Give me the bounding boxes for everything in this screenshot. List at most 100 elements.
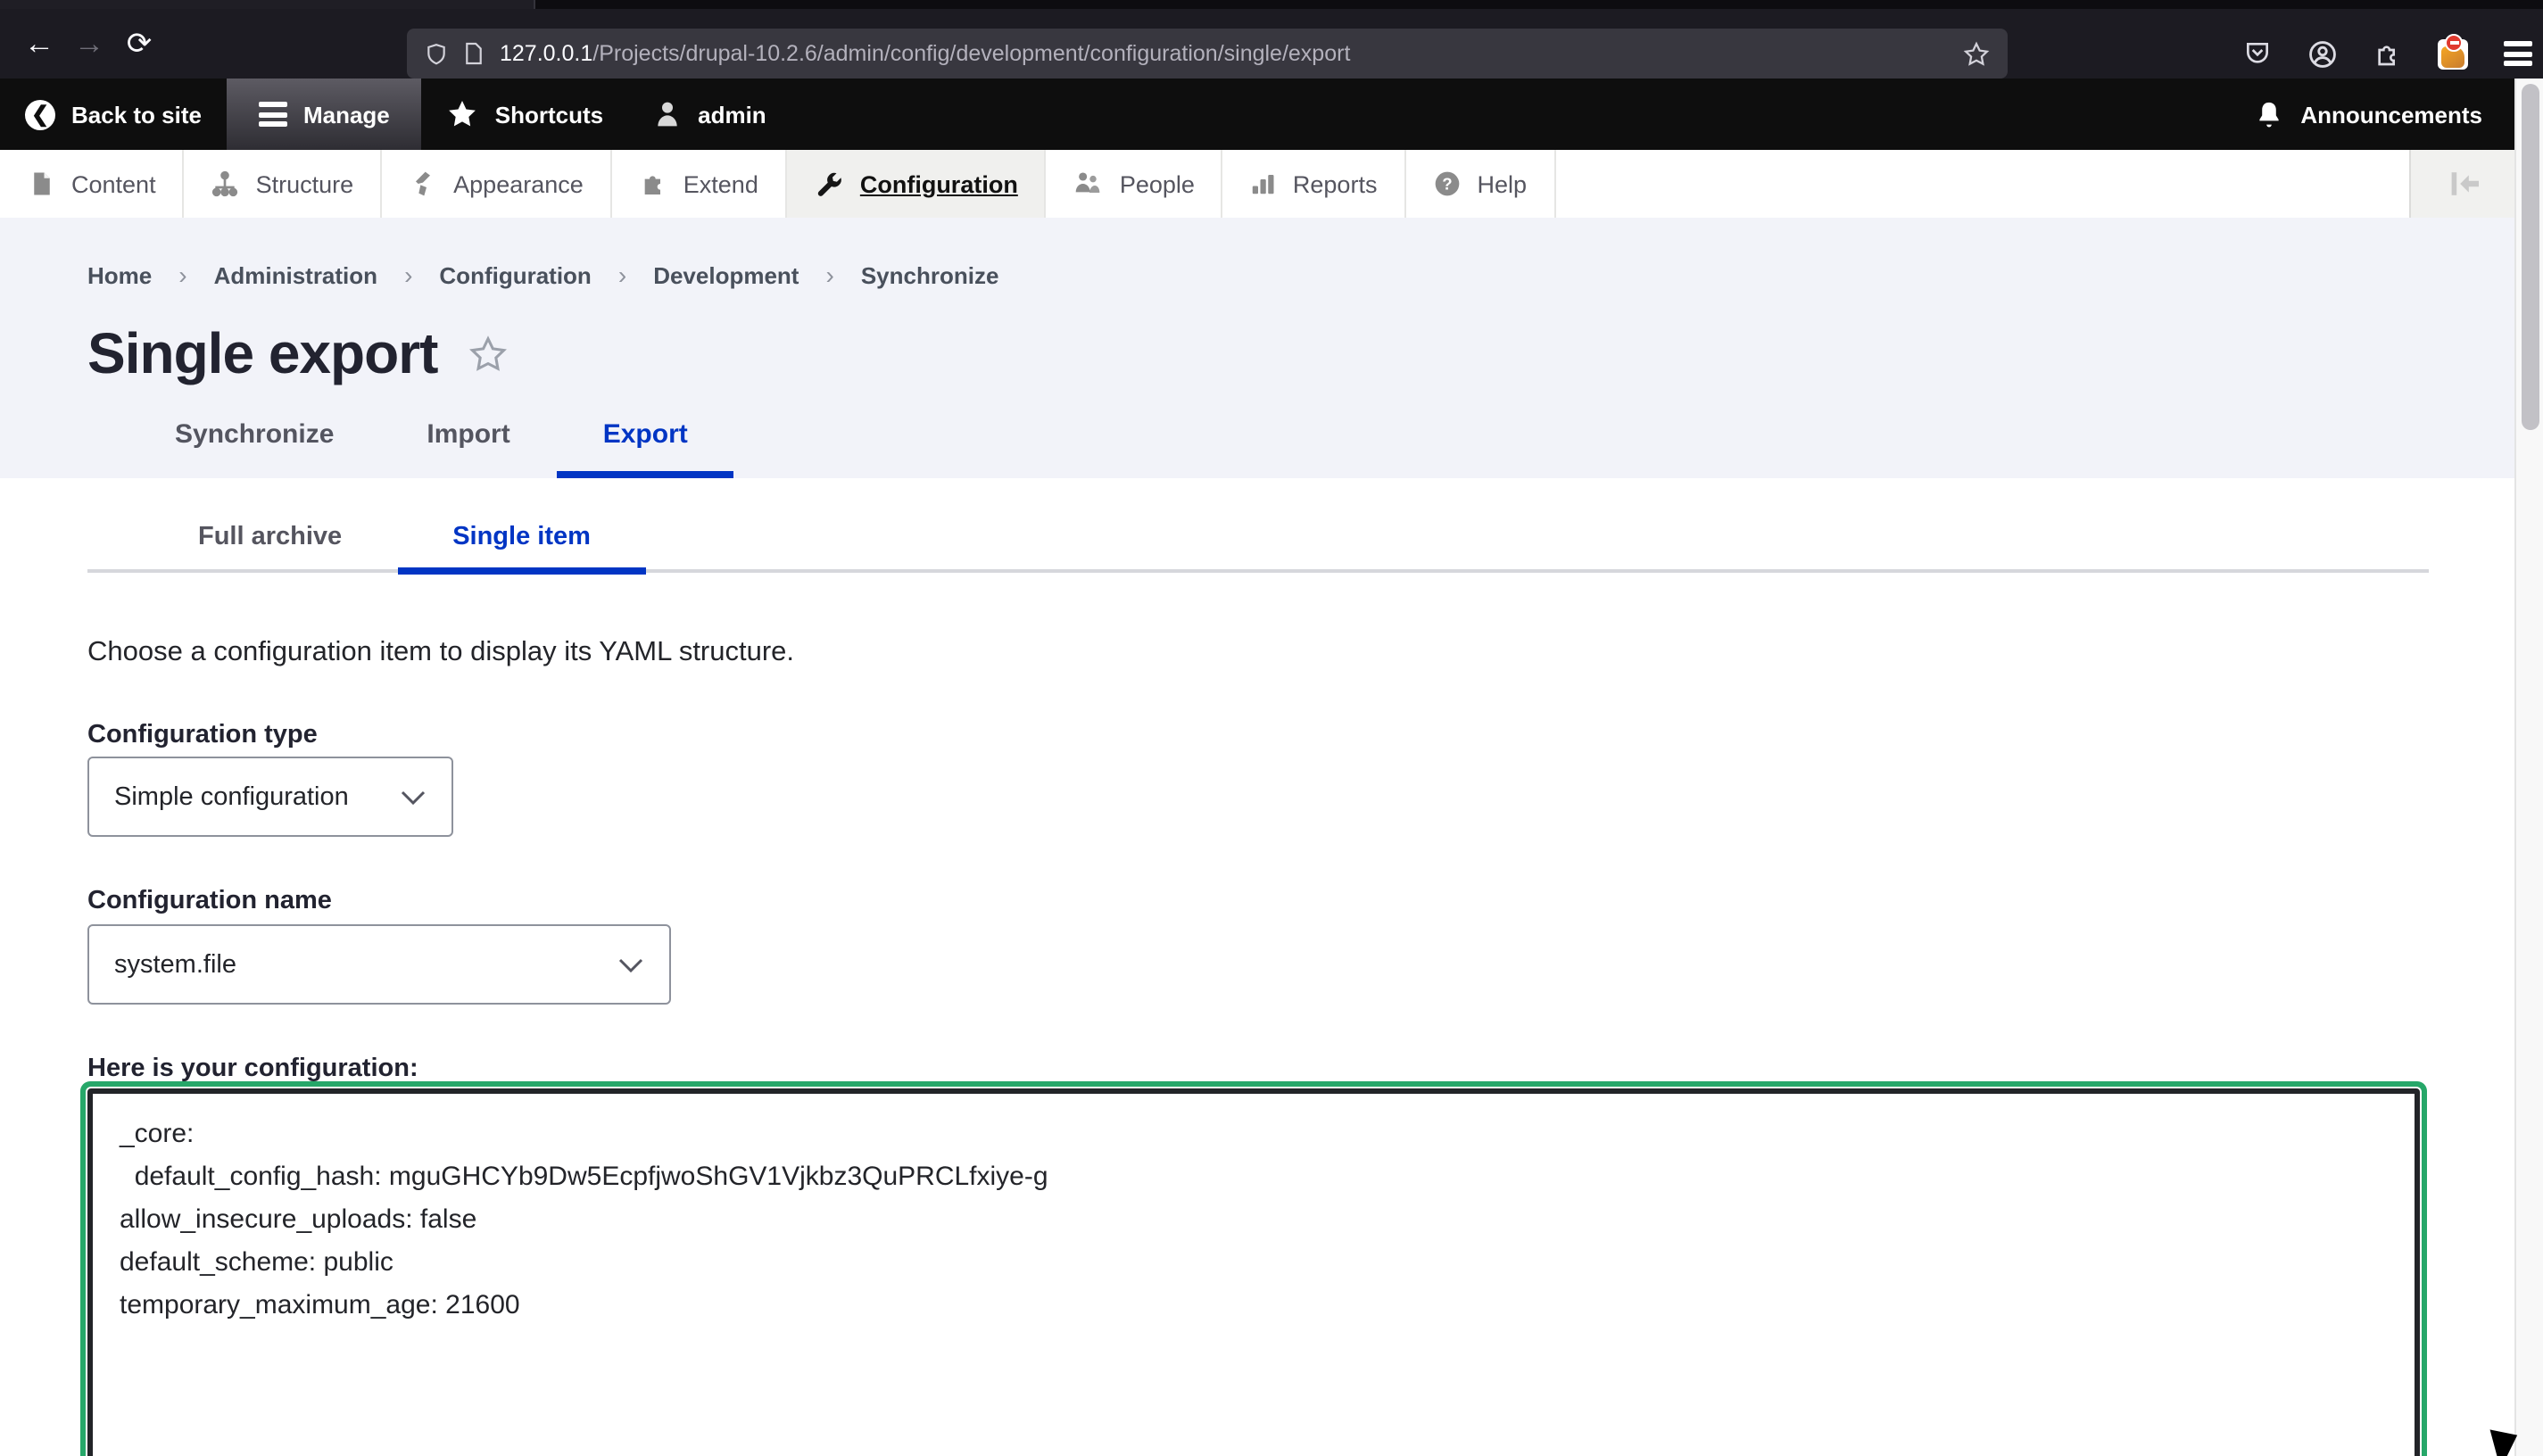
yaml-output-textarea[interactable]: _core: default_config_hash: mguGHCYb9Dw5…	[87, 1088, 2420, 1456]
menu-item-label: Configuration	[860, 170, 1018, 197]
menu-item-label: People	[1120, 170, 1195, 197]
scrollbar-thumb[interactable]	[2521, 84, 2539, 430]
admin-user-button[interactable]: admin	[628, 79, 791, 150]
tab-full-archive[interactable]: Full archive	[143, 507, 397, 575]
announcements-label: Announcements	[2300, 101, 2482, 128]
page-info-icon[interactable]	[464, 41, 484, 66]
announcements-button[interactable]: Announcements	[2229, 79, 2543, 150]
menu-item-extend[interactable]: Extend	[612, 150, 787, 218]
page-header: Home › Administration › Configuration › …	[0, 218, 2543, 478]
breadcrumb-synchronize[interactable]: Synchronize	[861, 261, 999, 288]
org-chart-icon	[211, 170, 240, 198]
user-icon	[653, 100, 682, 128]
menu-item-reports[interactable]: Reports	[1223, 150, 1406, 218]
bell-icon	[2254, 99, 2284, 129]
back-to-site-button[interactable]: ❮ Back to site	[0, 79, 227, 150]
tab-synchronize[interactable]: Synchronize	[128, 396, 380, 478]
menu-item-appearance[interactable]: Appearance	[382, 150, 612, 218]
back-to-site-label: Back to site	[71, 101, 202, 128]
configuration-type-value: Simple configuration	[114, 782, 349, 811]
shortcuts-button[interactable]: Shortcuts	[422, 79, 628, 150]
breadcrumb-home[interactable]: Home	[87, 261, 152, 288]
browser-tabstrip	[0, 0, 2543, 9]
shield-icon[interactable]	[425, 40, 448, 67]
main-content: Full archive Single item Choose a config…	[0, 478, 2543, 1456]
manage-button[interactable]: Manage	[227, 79, 422, 150]
menu-item-label: Help	[1477, 170, 1527, 197]
menu-item-content[interactable]: Content	[0, 150, 185, 218]
browser-active-tab[interactable]	[0, 0, 535, 9]
url-bar[interactable]: 127.0.0.1/Projects/drupal-10.2.6/admin/c…	[407, 29, 2008, 79]
addon-badge	[2445, 33, 2463, 51]
breadcrumb-development[interactable]: Development	[653, 261, 799, 288]
drupal-single-export-page: ← → ⟳ 127.0.0.1/Projects/drupal-10.2.6/a…	[0, 0, 2543, 1456]
menu-item-label: Appearance	[453, 170, 584, 197]
toolbar-collapse-button[interactable]	[2409, 150, 2516, 218]
back-to-site-icon: ❮	[25, 99, 55, 129]
tab-import[interactable]: Import	[380, 396, 556, 478]
configuration-output-label: Here is your configuration:	[87, 1055, 418, 1083]
browser-chrome: ← → ⟳ 127.0.0.1/Projects/drupal-10.2.6/a…	[0, 0, 2543, 79]
breadcrumb-separator: ›	[178, 261, 186, 289]
breadcrumb-separator: ›	[404, 261, 412, 289]
url-path: /Projects/drupal-10.2.6/admin/config/dev…	[592, 41, 1350, 66]
drupal-menu-bar: Content Structure Appearance Extend Conf…	[0, 150, 2543, 218]
url-text: 127.0.0.1/Projects/drupal-10.2.6/admin/c…	[500, 41, 1949, 66]
chevron-down-icon	[400, 788, 427, 806]
manage-label: Manage	[303, 101, 390, 128]
breadcrumb-separator: ›	[618, 261, 626, 289]
configuration-name-value: system.file	[114, 950, 236, 979]
configuration-type-select[interactable]: Simple configuration	[87, 757, 453, 837]
browser-right-icons	[2243, 29, 2532, 79]
extension-addon-icon[interactable]	[2438, 38, 2468, 69]
document-icon	[29, 170, 55, 198]
configuration-name-select[interactable]: system.file	[87, 924, 671, 1005]
bar-chart-icon	[1250, 170, 1277, 198]
question-icon: ?	[1432, 170, 1461, 198]
configuration-name-label: Configuration name	[87, 887, 332, 915]
menu-item-structure[interactable]: Structure	[185, 150, 383, 218]
shortcuts-label: Shortcuts	[495, 101, 603, 128]
menu-item-people[interactable]: People	[1047, 150, 1223, 218]
breadcrumb: Home › Administration › Configuration › …	[87, 261, 998, 289]
svg-text:?: ?	[1442, 175, 1452, 194]
page-title: Single export	[87, 321, 437, 387]
bookmark-star-icon[interactable]	[1963, 40, 1990, 67]
extensions-icon[interactable]	[2373, 39, 2402, 68]
shortcuts-star-icon	[447, 98, 479, 130]
back-button[interactable]: ←	[14, 19, 64, 69]
secondary-tabs: Full archive Single item	[87, 507, 2429, 573]
configuration-type-label: Configuration type	[87, 721, 318, 749]
menu-item-configuration[interactable]: Configuration	[787, 150, 1047, 218]
menu-item-label: Reports	[1293, 170, 1378, 197]
puzzle-icon	[639, 170, 667, 198]
bookmark-flag-icon[interactable]	[468, 334, 509, 375]
menu-item-help[interactable]: ? Help	[1405, 150, 1555, 218]
page-scrollbar[interactable]	[2514, 79, 2543, 1456]
browser-nav-toolbar: ← → ⟳ 127.0.0.1/Projects/drupal-10.2.6/a…	[0, 9, 2543, 79]
breadcrumb-configuration[interactable]: Configuration	[439, 261, 591, 288]
chevron-down-icon	[617, 956, 644, 973]
wrench-icon	[814, 169, 844, 199]
paintbrush-icon	[409, 170, 437, 198]
account-icon[interactable]	[2307, 38, 2338, 69]
menu-hamburger-icon[interactable]	[2504, 37, 2532, 70]
toolbar-spacer	[791, 79, 2230, 150]
pocket-icon[interactable]	[2243, 39, 2272, 68]
menu-item-label: Structure	[256, 170, 354, 197]
breadcrumb-administration[interactable]: Administration	[214, 261, 377, 288]
collapse-arrow-icon	[2446, 170, 2481, 198]
tab-export[interactable]: Export	[557, 396, 734, 478]
reload-button[interactable]: ⟳	[114, 19, 164, 69]
menu-item-label: Extend	[683, 170, 758, 197]
breadcrumb-separator: ›	[825, 261, 833, 289]
url-domain: 127.0.0.1	[500, 41, 592, 66]
admin-user-label: admin	[698, 101, 766, 128]
menu-item-label: Content	[71, 170, 156, 197]
primary-tabs: Synchronize Import Export	[128, 396, 734, 478]
tab-single-item[interactable]: Single item	[397, 507, 646, 575]
people-icon	[1073, 170, 1104, 198]
drupal-admin-toolbar: ❮ Back to site Manage Shortcuts admin An…	[0, 79, 2543, 150]
forward-button[interactable]: →	[64, 19, 114, 69]
intro-text: Choose a configuration item to display i…	[87, 637, 794, 669]
